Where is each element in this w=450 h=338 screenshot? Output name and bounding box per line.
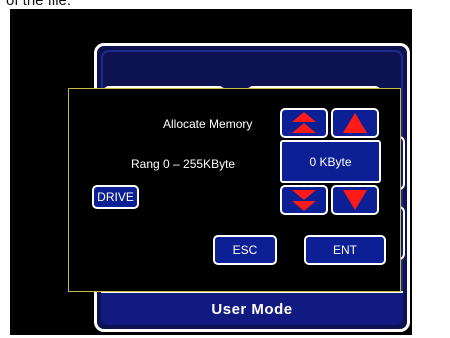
decrease-button[interactable] [331, 185, 379, 215]
increase-button[interactable] [331, 108, 379, 138]
drive-button[interactable]: DRIVE [92, 185, 139, 209]
down-arrow-icon [342, 189, 368, 211]
up-arrow-icon [342, 112, 368, 134]
ent-button[interactable]: ENT [304, 235, 386, 265]
esc-button[interactable]: ESC [213, 235, 277, 265]
fast-increase-button[interactable] [280, 108, 328, 138]
hmi-screen: User Mode Allocate Memory Rang 0 – 255KB… [10, 9, 412, 335]
fast-decrease-button[interactable] [280, 185, 328, 215]
allocate-memory-dialog: Allocate Memory Rang 0 – 255KByte 0 KByt… [68, 88, 401, 292]
page-caption: of the file. [6, 0, 72, 9]
mode-footer: User Mode [101, 291, 403, 325]
double-up-arrow-icon [289, 111, 319, 135]
memory-value-display: 0 KByte [280, 140, 381, 183]
range-label: Rang 0 – 255KByte [131, 157, 236, 171]
double-down-arrow-icon [289, 188, 319, 212]
allocate-memory-label: Allocate Memory [163, 117, 253, 131]
